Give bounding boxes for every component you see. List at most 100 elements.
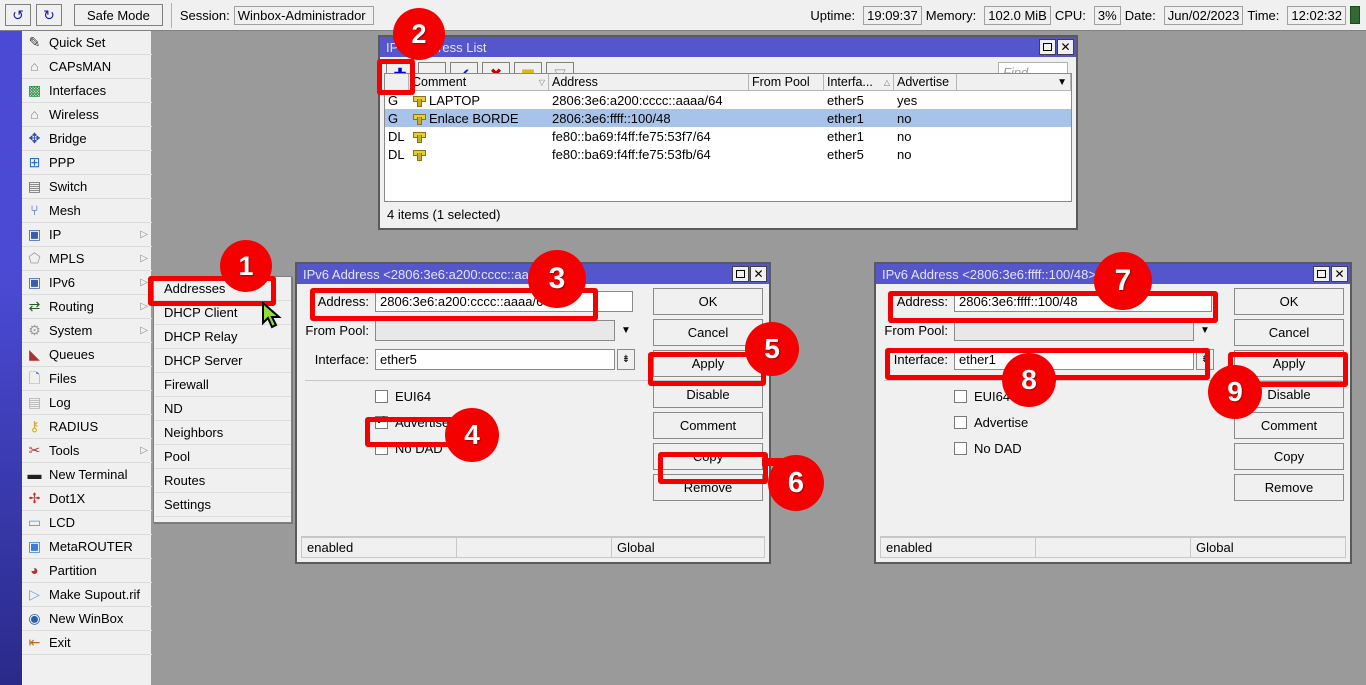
sidebar-item-mesh[interactable]: ⑂Mesh xyxy=(22,199,152,223)
interface-input[interactable]: ether1 xyxy=(954,349,1194,370)
cell-advertise-text: no xyxy=(897,111,911,126)
ipv6-submenu: AddressesDHCP ClientDHCP RelayDHCP Serve… xyxy=(153,276,292,523)
redo-button[interactable]: ↻ xyxy=(36,4,62,26)
sidebar-item-metarouter[interactable]: ▣MetaROUTER xyxy=(22,535,152,559)
column-header-interface[interactable]: Interfa... △ xyxy=(824,74,894,91)
sidebar-item-new-winbox[interactable]: ◉New WinBox xyxy=(22,607,152,631)
sidebar-item-ipv6[interactable]: ▣IPv6▷ xyxy=(22,271,152,295)
advertise-checkbox[interactable] xyxy=(375,416,388,429)
address-input[interactable]: 2806:3e6:ffff::100/48 xyxy=(954,291,1212,312)
from-pool-input[interactable] xyxy=(954,320,1194,341)
interface-dropdown-icon[interactable]: ⇟ xyxy=(617,349,635,370)
cell-flag: DL xyxy=(385,145,409,163)
from-pool-dropdown-icon[interactable]: ▼ xyxy=(1196,320,1214,341)
ok-button[interactable]: OK xyxy=(653,288,763,315)
no-dad-checkbox[interactable] xyxy=(375,442,388,455)
sidebar-item-exit[interactable]: ⇤Exit xyxy=(22,631,152,655)
sidebar-item-files[interactable]: 🗋Files xyxy=(22,367,152,391)
interface-input[interactable]: ether5 xyxy=(375,349,615,370)
remove-button[interactable]: Remove xyxy=(653,474,763,501)
apply-button[interactable]: Apply xyxy=(1234,350,1344,377)
address-list-titlebar[interactable]: IPv6 Address List ✕ xyxy=(380,37,1076,57)
no-dad-checkbox[interactable] xyxy=(954,442,967,455)
no-dad-label: No DAD xyxy=(395,441,443,456)
maximize-button[interactable] xyxy=(1039,39,1056,55)
apply-button[interactable]: Apply xyxy=(653,350,763,377)
disable-button[interactable]: Disable xyxy=(653,381,763,408)
safe-mode-button[interactable]: Safe Mode xyxy=(74,4,163,26)
ok-button[interactable]: OK xyxy=(1234,288,1344,315)
sidebar-item-label: IP xyxy=(49,227,61,242)
from-pool-dropdown-icon[interactable]: ▼ xyxy=(617,320,635,341)
sidebar-item-lcd[interactable]: ▭LCD xyxy=(22,511,152,535)
advertise-checkbox[interactable] xyxy=(954,416,967,429)
sidebar-item-log[interactable]: ▤Log xyxy=(22,391,152,415)
close-button[interactable]: ✕ xyxy=(1057,39,1074,55)
dialog-left-titlebar[interactable]: IPv6 Address <2806:3e6:a200:cccc::aaa ✕ xyxy=(297,264,769,284)
remove-button[interactable]: Remove xyxy=(1234,474,1344,501)
session-field[interactable]: Winbox-Administrador xyxy=(234,6,374,25)
sidebar-item-wireless[interactable]: ⌂Wireless xyxy=(22,103,152,127)
sidebar-item-radius[interactable]: ⚷RADIUS xyxy=(22,415,152,439)
sidebar-item-queues[interactable]: ◣Queues xyxy=(22,343,152,367)
submenu-item-pool[interactable]: Pool xyxy=(154,445,291,469)
sidebar-item-bridge[interactable]: ✥Bridge xyxy=(22,127,152,151)
table-row[interactable]: DLfe80::ba69:f4ff:fe75:53fb/64ether5no xyxy=(385,145,1071,163)
column-header-advertise[interactable]: Advertise xyxy=(894,74,957,91)
copy-button[interactable]: Copy xyxy=(653,443,763,470)
eui64-checkbox[interactable] xyxy=(954,390,967,403)
sidebar-item-partition[interactable]: ◕Partition xyxy=(22,559,152,583)
comment-button[interactable]: Comment xyxy=(653,412,763,439)
table-row[interactable]: GLAPTOP2806:3e6:a200:cccc::aaaa/64ether5… xyxy=(385,91,1071,109)
submenu-item-dhcp-client[interactable]: DHCP Client xyxy=(154,301,291,325)
chevron-right-icon: ▷ xyxy=(140,253,148,264)
column-header-comment[interactable]: Comment ▽ xyxy=(409,74,549,91)
cell-interface: ether1 xyxy=(824,109,894,127)
cancel-button[interactable]: Cancel xyxy=(1234,319,1344,346)
sidebar-item-make-supout-rif[interactable]: ▷Make Supout.rif xyxy=(22,583,152,607)
close-button[interactable]: ✕ xyxy=(750,266,767,282)
comment-button[interactable]: Comment xyxy=(1234,412,1344,439)
copy-button[interactable]: Copy xyxy=(1234,443,1344,470)
column-header-address[interactable]: Address xyxy=(549,74,749,91)
sidebar-item-system[interactable]: ⚙System▷ xyxy=(22,319,152,343)
submenu-item-neighbors[interactable]: Neighbors xyxy=(154,421,291,445)
undo-button[interactable]: ↺ xyxy=(5,4,31,26)
sidebar-item-ppp[interactable]: ⊞PPP xyxy=(22,151,152,175)
submenu-item-addresses[interactable]: Addresses xyxy=(154,277,291,301)
sidebar-item-ip[interactable]: ▣IP▷ xyxy=(22,223,152,247)
sidebar-item-dot1x[interactable]: ✢Dot1X xyxy=(22,487,152,511)
maximize-button[interactable] xyxy=(732,266,749,282)
sidebar-item-new-terminal[interactable]: ▬New Terminal xyxy=(22,463,152,487)
from-pool-input[interactable] xyxy=(375,320,615,341)
sidebar-menu: ✎Quick Set⌂CAPsMAN▩Interfaces⌂Wireless✥B… xyxy=(22,31,152,655)
column-header-menu[interactable]: ▼ xyxy=(957,74,1071,91)
sidebar-item-routing[interactable]: ⇄Routing▷ xyxy=(22,295,152,319)
address-input[interactable]: 2806:3e6:a200:cccc::aaaa/64 xyxy=(375,291,633,312)
eui64-checkbox[interactable] xyxy=(375,390,388,403)
sidebar-item-interfaces[interactable]: ▩Interfaces xyxy=(22,79,152,103)
sidebar-item-quick-set[interactable]: ✎Quick Set xyxy=(22,31,152,55)
maximize-button[interactable] xyxy=(1313,266,1330,282)
dialog-right-titlebar[interactable]: IPv6 Address <2806:3e6:ffff::100/48> ✕ xyxy=(876,264,1350,284)
sidebar-item-capsman[interactable]: ⌂CAPsMAN xyxy=(22,55,152,79)
sidebar-item-switch[interactable]: ▤Switch xyxy=(22,175,152,199)
disable-button[interactable]: Disable xyxy=(1234,381,1344,408)
submenu-item-routes[interactable]: Routes xyxy=(154,469,291,493)
sidebar-item-mpls[interactable]: ⬠MPLS▷ xyxy=(22,247,152,271)
table-row[interactable]: DLfe80::ba69:f4ff:fe75:53f7/64ether1no xyxy=(385,127,1071,145)
exit-icon: ⇤ xyxy=(26,634,43,651)
submenu-item-firewall[interactable]: Firewall xyxy=(154,373,291,397)
submenu-item-settings[interactable]: Settings xyxy=(154,493,291,517)
interface-dropdown-icon[interactable]: ⇟ xyxy=(1196,349,1214,370)
sidebar-item-tools[interactable]: ✂Tools▷ xyxy=(22,439,152,463)
table-row[interactable]: GEnlace BORDE2806:3e6:ffff::100/48ether1… xyxy=(385,109,1071,127)
column-header-from-pool[interactable]: From Pool xyxy=(749,74,824,91)
close-button[interactable]: ✕ xyxy=(1331,266,1348,282)
submenu-item-dhcp-server[interactable]: DHCP Server xyxy=(154,349,291,373)
submenu-item-nd[interactable]: ND xyxy=(154,397,291,421)
column-header-flag[interactable] xyxy=(385,74,409,91)
sidebar-item-label: Files xyxy=(49,371,76,386)
cancel-button[interactable]: Cancel xyxy=(653,319,763,346)
submenu-item-dhcp-relay[interactable]: DHCP Relay xyxy=(154,325,291,349)
